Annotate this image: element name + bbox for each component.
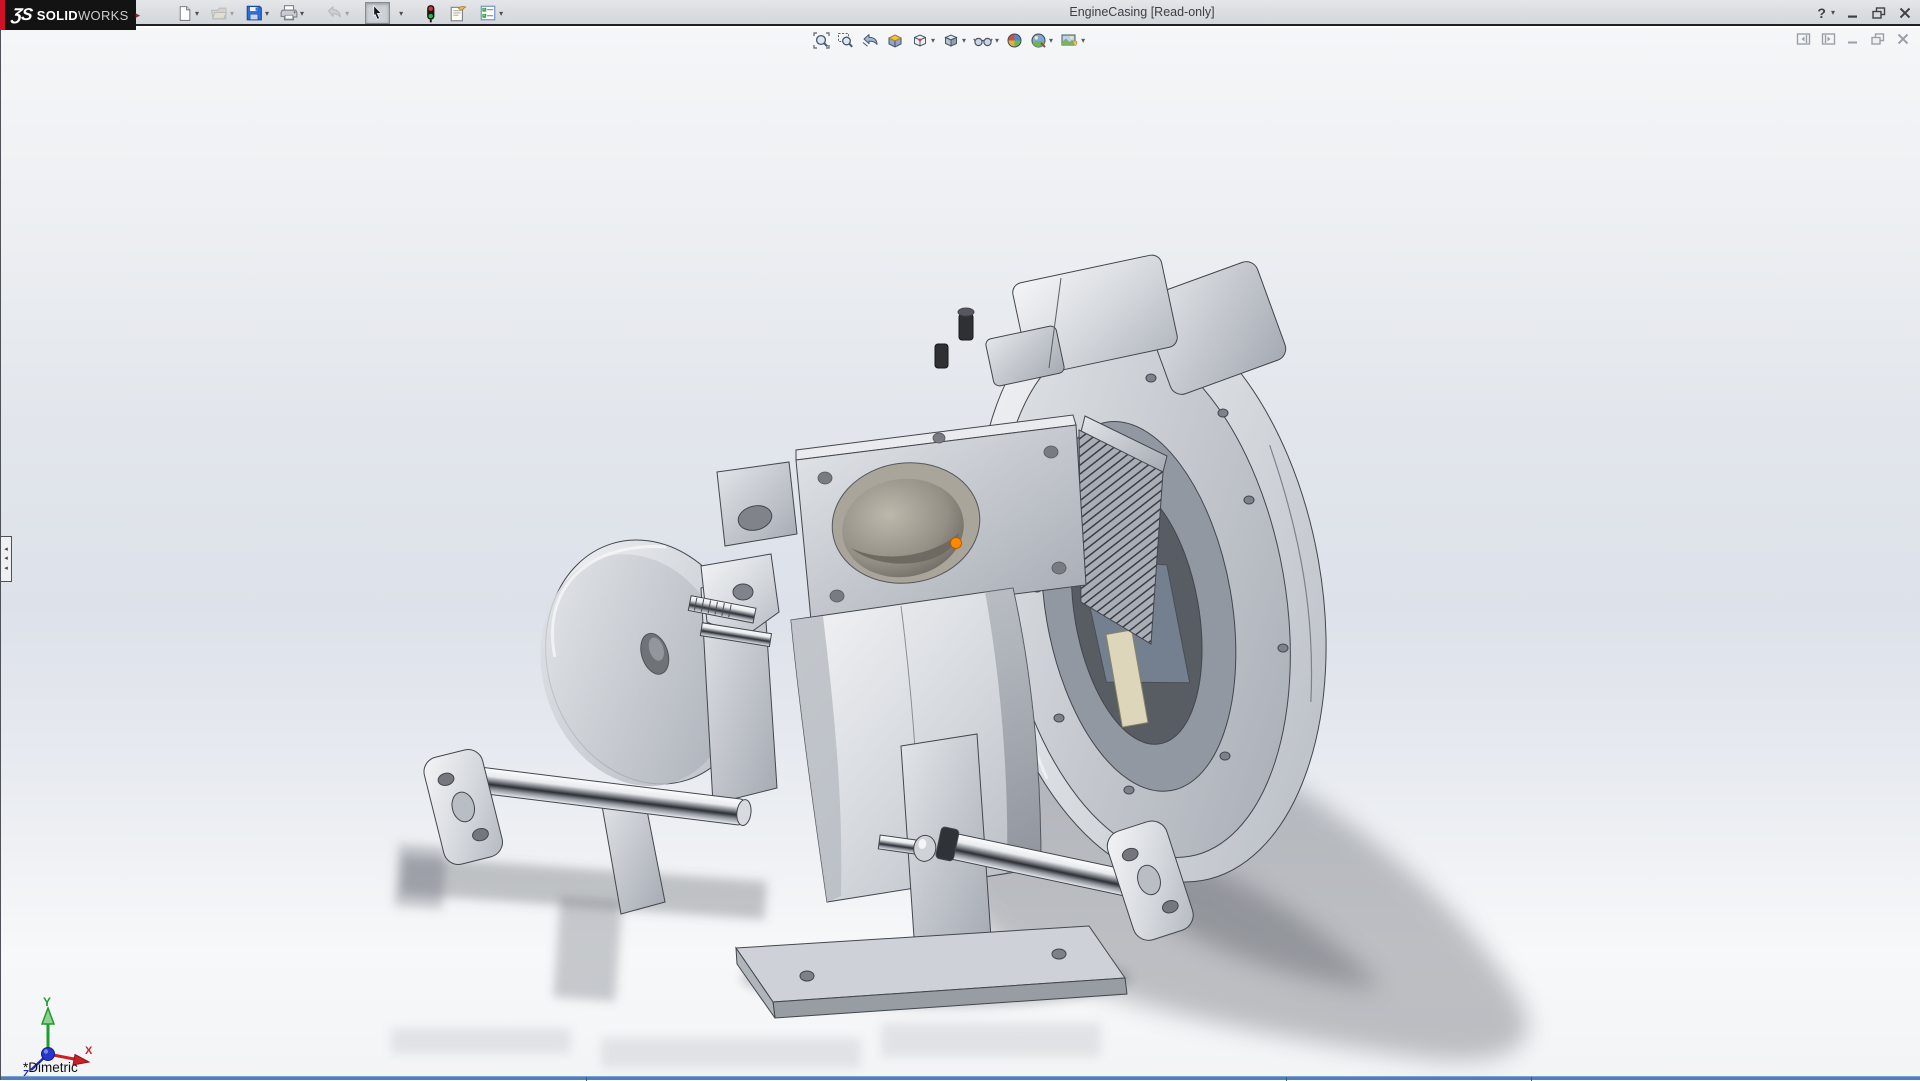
- brand-name-bold: SOLID: [37, 8, 78, 23]
- view-settings-button[interactable]: ▾: [1060, 32, 1085, 49]
- undo-icon: [324, 4, 343, 22]
- display-style-icon: [942, 32, 960, 49]
- print-button[interactable]: ▾: [276, 2, 308, 24]
- select-dropdown-icon[interactable]: ▾: [399, 9, 403, 18]
- file-properties-icon: [449, 4, 468, 23]
- status-bar-edge: [1, 1076, 1920, 1080]
- close-icon[interactable]: [1898, 6, 1912, 20]
- brand-stripe: [0, 0, 5, 30]
- save-icon: [245, 4, 263, 22]
- hide-show-items-button[interactable]: ▾: [973, 32, 999, 49]
- rebuild-traffic-light-icon: [423, 4, 438, 23]
- carb-flange[interactable]: [796, 415, 1086, 620]
- collapse-arrow-icon: ◂: [4, 554, 8, 563]
- solidworks-logo[interactable]: ƷS SOLIDWORKS ▸: [0, 0, 136, 30]
- select-button[interactable]: [365, 2, 390, 24]
- apply-scene-icon: [1030, 32, 1047, 49]
- status-divider: [1286, 1077, 1287, 1081]
- triad-y-label: Y: [43, 995, 51, 1009]
- print-dropdown-icon[interactable]: ▾: [300, 9, 304, 18]
- collapse-arrow-icon: ◂: [4, 545, 8, 554]
- window-controls: ? ▾: [1817, 0, 1912, 25]
- heads-up-toolbar: ▾ ▾ ▾: [813, 30, 1085, 50]
- featuremanager-collapse-tab[interactable]: ◂ ◂ ◂: [1, 536, 12, 582]
- zoom-to-fit-button[interactable]: [813, 32, 830, 49]
- save-button[interactable]: ▾: [241, 2, 273, 24]
- quick-access-toolbar: ▾ ▾ ▾ ▾: [172, 1, 507, 25]
- open-dropdown-icon[interactable]: ▾: [230, 9, 234, 18]
- document-window-controls: [1796, 32, 1910, 46]
- doc-restore-icon[interactable]: [1870, 32, 1886, 46]
- rebuild-button[interactable]: [419, 2, 442, 24]
- view-settings-dropdown-icon[interactable]: ▾: [1081, 36, 1085, 45]
- collapse-arrow-icon: ◂: [4, 564, 8, 573]
- status-divider: [1531, 1077, 1532, 1081]
- view-orientation-label: *Dimetric: [23, 1060, 78, 1075]
- doc-close-icon[interactable]: [1896, 32, 1910, 46]
- apply-scene-button[interactable]: ▾: [1030, 32, 1053, 49]
- undo-button[interactable]: ▾: [320, 2, 353, 24]
- title-bar: ƷS SOLIDWORKS ▸ ▾ ▾ ▾: [0, 0, 1920, 26]
- options-icon: [479, 4, 497, 22]
- section-view-icon: [886, 32, 904, 49]
- model-scene[interactable]: [1, 28, 1920, 1080]
- hide-show-dropdown-icon[interactable]: ▾: [995, 36, 999, 45]
- zoom-to-fit-icon: [813, 32, 830, 49]
- previous-view-button[interactable]: [861, 32, 879, 49]
- open-button[interactable]: ▾: [206, 2, 238, 24]
- graphics-area[interactable]: ▾ ▾ ▾: [0, 28, 1920, 1080]
- triad-x-label: X: [85, 1045, 93, 1057]
- file-properties-button[interactable]: [445, 2, 472, 24]
- section-view-button[interactable]: [886, 32, 904, 49]
- brand-name-light: WORKS: [78, 8, 129, 23]
- window-title: EngineCasing [Read-only]: [1069, 0, 1214, 25]
- pane-left-icon[interactable]: [1796, 32, 1811, 46]
- edit-appearance-icon: [1006, 32, 1023, 49]
- save-dropdown-icon[interactable]: ▾: [265, 9, 269, 18]
- new-dropdown-icon[interactable]: ▾: [195, 9, 199, 18]
- options-button[interactable]: ▾: [475, 2, 507, 24]
- options-dropdown-icon[interactable]: ▾: [499, 9, 503, 18]
- apply-scene-dropdown-icon[interactable]: ▾: [1049, 36, 1053, 45]
- help-dropdown-icon[interactable]: ▾: [1831, 8, 1835, 17]
- zoom-to-area-icon: [837, 32, 854, 49]
- zoom-to-area-button[interactable]: [837, 32, 854, 49]
- new-document-button[interactable]: ▾: [172, 2, 203, 24]
- edit-appearance-button[interactable]: [1006, 32, 1023, 49]
- view-orientation-button[interactable]: ▾: [911, 32, 935, 49]
- print-icon: [280, 4, 298, 22]
- pane-right-icon[interactable]: [1821, 32, 1836, 46]
- ds-mark-icon: ƷS: [11, 5, 34, 25]
- display-style-button[interactable]: ▾: [942, 32, 966, 49]
- hide-show-items-icon: [973, 32, 993, 49]
- select-cursor-icon: [369, 4, 386, 22]
- help-icon[interactable]: ?: [1817, 5, 1826, 21]
- new-document-icon: [176, 5, 193, 22]
- previous-view-icon: [861, 32, 879, 49]
- undo-dropdown-icon[interactable]: ▾: [345, 9, 349, 18]
- display-style-dropdown-icon[interactable]: ▾: [962, 36, 966, 45]
- view-orientation-dropdown-icon[interactable]: ▾: [931, 36, 935, 45]
- selection-point[interactable]: [951, 538, 962, 549]
- status-divider: [586, 1077, 587, 1081]
- doc-minimize-icon[interactable]: [1846, 32, 1860, 46]
- view-orientation-icon: [911, 32, 929, 49]
- open-icon: [210, 5, 228, 22]
- view-settings-icon: [1060, 32, 1079, 49]
- menu-flyout-icon[interactable]: ▸: [136, 10, 141, 21]
- restore-icon[interactable]: [1871, 6, 1887, 20]
- select-dropdown-button[interactable]: ▾: [393, 2, 407, 24]
- minimize-icon[interactable]: [1846, 6, 1860, 20]
